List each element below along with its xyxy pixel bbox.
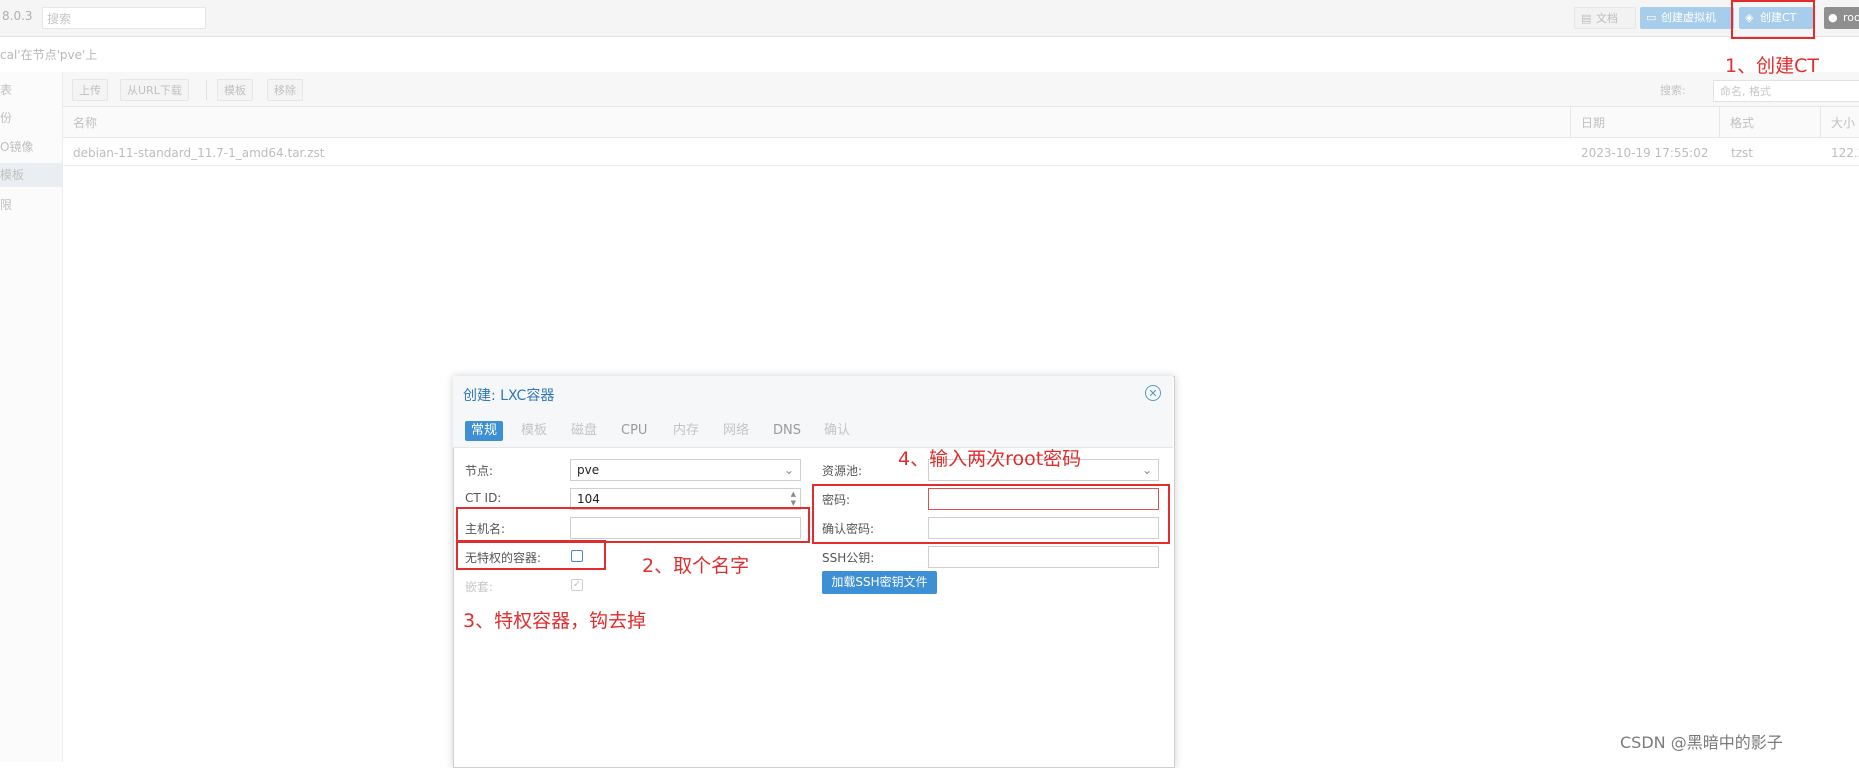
sidebar-item-label: 份 [0, 111, 13, 125]
sidebar-item-label: 模板 [0, 168, 25, 182]
content-toolbar [63, 72, 1859, 107]
upload-button[interactable]: 上传 [72, 79, 108, 101]
column-divider [1820, 107, 1821, 137]
global-search-input[interactable]: 搜索 [42, 7, 206, 29]
load-ssh-key-button[interactable]: 加载SSH密钥文件 [822, 571, 937, 594]
sidebar-item-iso-images[interactable]: O镜像 [0, 135, 62, 159]
tab-general[interactable]: 常规 [465, 421, 504, 441]
table-cell-name[interactable]: debian-11-standard_11.7-1_amd64.tar.zst [73, 146, 324, 160]
annotation-step-4: 4、输入两次root密码 [898, 448, 1082, 470]
version-label: 8.0.3 [2, 9, 33, 23]
spinner-arrows-icon[interactable]: ▲ ▼ [791, 490, 796, 508]
pool-label: 资源池: [822, 464, 863, 478]
annotation-step-3: 3、特权容器，钩去掉 [463, 610, 647, 632]
toolbar-divider [206, 80, 207, 100]
remove-button[interactable]: 移除 [267, 79, 303, 101]
tab-dns[interactable]: DNS [767, 421, 807, 441]
sidebar-item-label: O镜像 [0, 140, 34, 154]
sidebar-item-label: 表 [0, 83, 13, 97]
sidebar-item-ct-templates[interactable]: 模板 [0, 163, 62, 187]
node-select[interactable]: pve ⌄ [570, 459, 801, 481]
sidebar-item-backups[interactable]: 份 [0, 106, 62, 130]
annotation-step-1: 1、创建CT [1725, 55, 1819, 77]
page-title: cal'在节点'pve'上 [0, 48, 98, 62]
close-icon[interactable]: ✕ [1145, 385, 1161, 401]
download-from-url-button[interactable]: 从URL下载 [120, 79, 189, 101]
create-vm-button[interactable]: ▭ 创建虚拟机 [1640, 7, 1734, 29]
node-value: pve [577, 463, 600, 477]
sidebar-item-permissions[interactable]: 限 [0, 193, 62, 217]
dialog-tab-bar [453, 414, 1173, 448]
tab-disk[interactable]: 磁盘 [565, 421, 603, 441]
chevron-down-icon[interactable]: ⌄ [1142, 460, 1152, 480]
ctid-value: 104 [577, 492, 600, 506]
annotation-box-hostname [456, 507, 810, 543]
table-row-divider [63, 165, 1859, 166]
user-icon: ● [1828, 11, 1838, 24]
ssh-key-input[interactable] [928, 546, 1159, 568]
docs-button[interactable]: ▤ 文档 [1574, 7, 1636, 29]
watermark: CSDN @黑暗中的影子 [1620, 733, 1783, 752]
annotation-box-password [812, 484, 1170, 544]
table-cell-date: 2023-10-19 17:55:02 [1581, 146, 1709, 160]
docs-label: 文档 [1596, 12, 1618, 25]
tab-cpu[interactable]: CPU [615, 421, 653, 441]
sidebar-item-summary[interactable]: 表 [0, 78, 62, 102]
annotation-step-2: 2、取个名字 [642, 555, 750, 577]
annotation-box-unprivileged [456, 540, 606, 570]
tab-network[interactable]: 网络 [717, 421, 755, 441]
user-menu-button[interactable]: ● roo [1824, 7, 1859, 29]
tab-memory[interactable]: 内存 [667, 421, 705, 441]
dialog-title: 创建: LXC容器 [463, 388, 555, 404]
dialog-header [453, 376, 1173, 415]
chevron-down-icon[interactable]: ⌄ [784, 460, 794, 480]
annotation-box-create-ct [1731, 0, 1815, 39]
user-label: roo [1843, 11, 1859, 24]
column-header-date[interactable]: 日期 [1581, 114, 1605, 131]
nesting-label: 嵌套: [465, 580, 494, 594]
create-vm-label: 创建虚拟机 [1661, 11, 1716, 24]
column-header-size[interactable]: 大小 [1831, 114, 1855, 131]
sidebar-item-label: 限 [0, 198, 13, 212]
column-divider [1719, 107, 1720, 137]
book-icon: ▤ [1581, 12, 1592, 25]
monitor-icon: ▭ [1646, 11, 1657, 24]
ssh-key-label: SSH公钥: [822, 551, 875, 565]
templates-button[interactable]: 模板 [217, 79, 253, 101]
tab-confirm[interactable]: 确认 [818, 421, 856, 441]
node-label: 节点: [465, 464, 494, 478]
nesting-checkbox[interactable]: ✓ [571, 579, 583, 591]
search-input[interactable]: 命名, 格式 [1713, 80, 1859, 102]
search-label: 搜索: [1660, 84, 1686, 97]
table-cell-format: tzst [1731, 146, 1753, 160]
table-cell-size: 122.2 [1831, 146, 1859, 160]
ctid-label: CT ID: [465, 491, 502, 505]
column-header-name[interactable]: 名称 [73, 114, 97, 131]
column-divider [1570, 107, 1571, 137]
tab-template[interactable]: 模板 [515, 421, 553, 441]
column-header-format[interactable]: 格式 [1730, 114, 1754, 131]
